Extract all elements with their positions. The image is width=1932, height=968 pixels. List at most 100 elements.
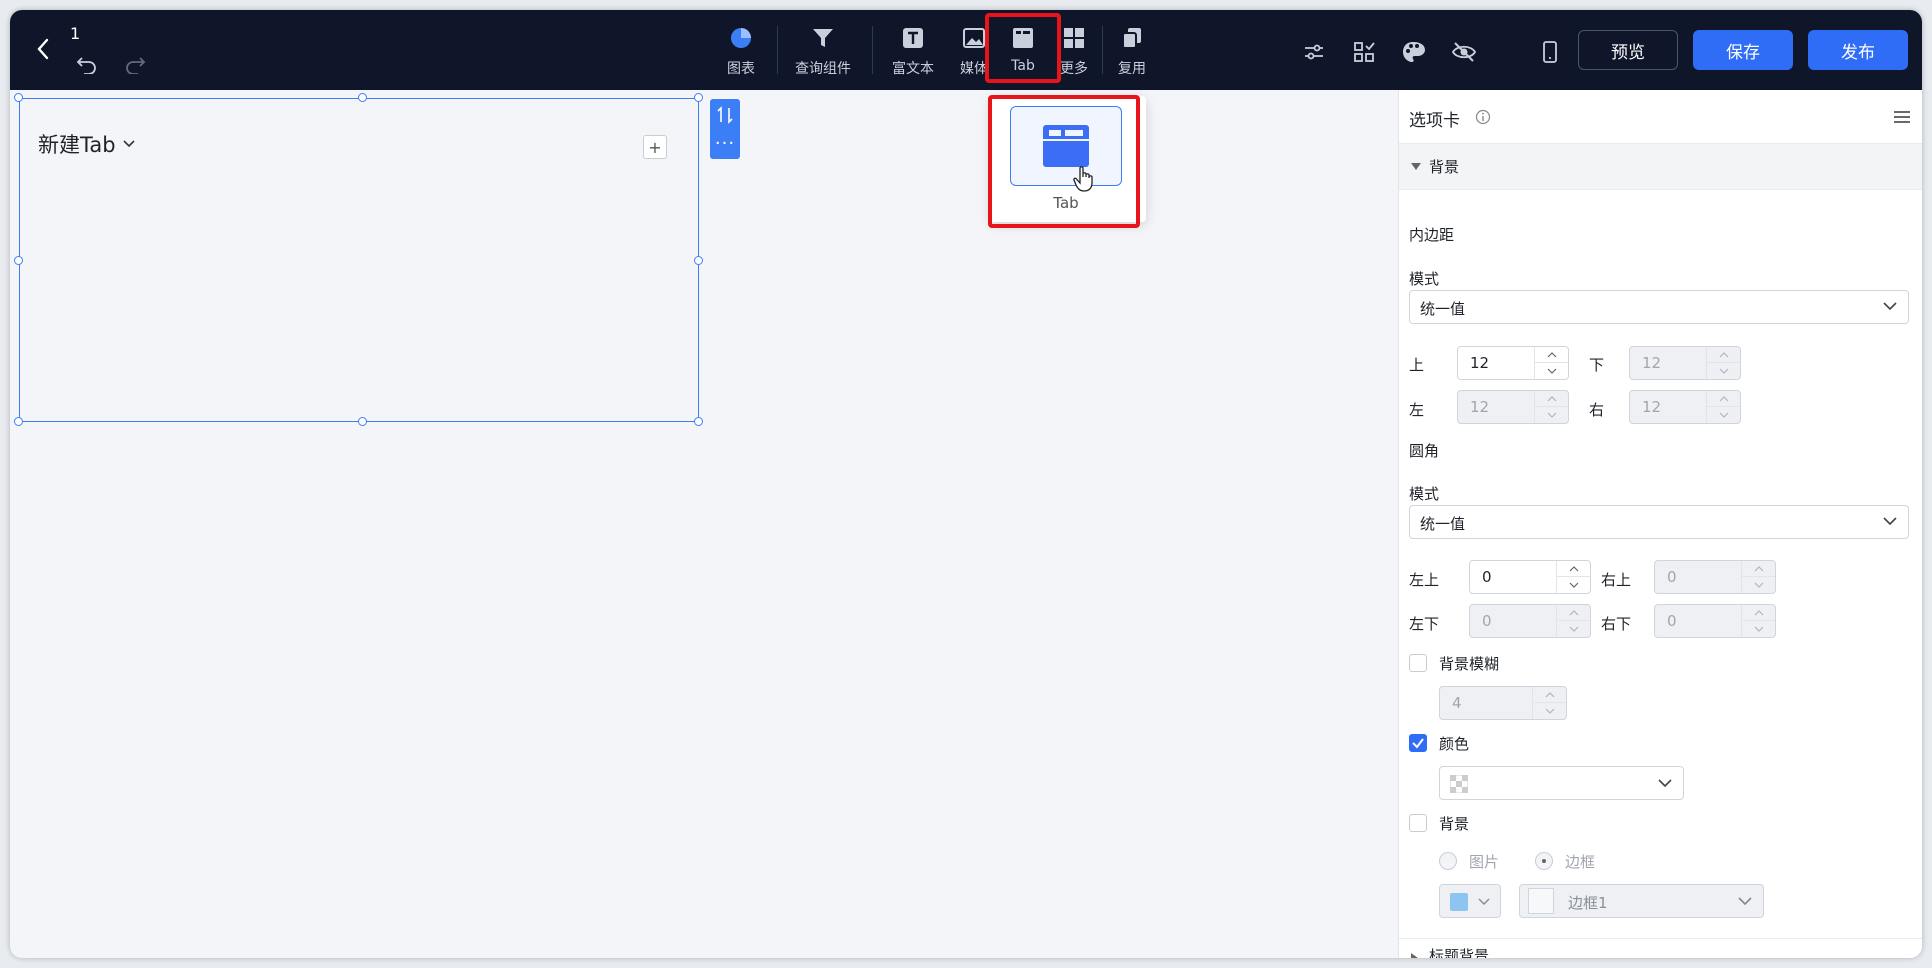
toolbar-divider xyxy=(872,26,873,74)
stepper-down[interactable] xyxy=(1742,577,1775,593)
list-menu-icon[interactable] xyxy=(1892,108,1912,126)
document-title[interactable]: 1 xyxy=(70,24,80,43)
tab-widget[interactable]: 新建Tab + xyxy=(19,98,699,422)
eye-off-icon xyxy=(1452,42,1476,62)
image-icon xyxy=(960,24,988,52)
resize-handle[interactable] xyxy=(358,417,367,426)
stepper-down[interactable] xyxy=(1707,407,1740,423)
stepper-down[interactable] xyxy=(1535,363,1568,379)
preview-button[interactable]: 预览 xyxy=(1578,30,1678,70)
stepper-up[interactable] xyxy=(1742,561,1775,577)
grid-icon xyxy=(1060,24,1088,52)
chevron-down-icon xyxy=(1547,368,1556,374)
section-background-header[interactable]: 背景 xyxy=(1399,144,1922,190)
padding-left-stepper xyxy=(1534,391,1568,423)
stepper-up[interactable] xyxy=(1742,605,1775,621)
padding-right-input[interactable]: 12 xyxy=(1629,390,1741,424)
checklist-button[interactable] xyxy=(1350,38,1378,66)
stepper-up[interactable] xyxy=(1535,347,1568,363)
padding-mode-select[interactable]: 统一值 xyxy=(1409,290,1909,324)
publish-button[interactable]: 发布 xyxy=(1808,30,1908,70)
section-title-background-header[interactable]: 标题背景 xyxy=(1399,938,1922,958)
padding-top-input[interactable]: 12 xyxy=(1457,346,1569,380)
border-style-select[interactable]: 边框1 xyxy=(1519,884,1764,918)
stepper-down[interactable] xyxy=(1533,703,1566,719)
resize-handle[interactable] xyxy=(14,256,23,265)
background-checkbox[interactable] xyxy=(1409,814,1427,832)
chevron-down-icon xyxy=(1478,898,1490,905)
radius-tr-label: 右上 xyxy=(1601,571,1632,589)
resize-handle[interactable] xyxy=(694,256,703,265)
radius-br-input[interactable]: 0 xyxy=(1654,604,1776,638)
checklist-icon xyxy=(1354,42,1375,62)
radius-br-stepper xyxy=(1741,605,1775,637)
stepper-up[interactable] xyxy=(1707,391,1740,407)
tool-reuse[interactable]: 复用 xyxy=(1110,22,1154,84)
radius-bl-input[interactable]: 0 xyxy=(1469,604,1591,638)
padding-right-value: 12 xyxy=(1642,398,1662,416)
stepper-down[interactable] xyxy=(1707,363,1740,379)
tool-rich-text[interactable]: 富文本 xyxy=(880,22,946,84)
padding-bottom-input[interactable]: 12 xyxy=(1629,346,1741,380)
chevron-up-icon xyxy=(1754,609,1763,615)
transparent-swatch-icon xyxy=(1450,775,1468,793)
radius-tl-input[interactable]: 0 xyxy=(1469,560,1591,594)
blur-input[interactable]: 4 xyxy=(1439,686,1567,720)
color-checkbox[interactable] xyxy=(1409,734,1427,752)
info-icon[interactable] xyxy=(1475,109,1491,125)
resize-handle[interactable] xyxy=(14,93,23,102)
undo-button[interactable] xyxy=(76,54,102,78)
radius-tl-value: 0 xyxy=(1482,568,1492,586)
tab-title-dropdown[interactable]: 新建Tab xyxy=(38,129,136,159)
resize-handle[interactable] xyxy=(358,93,367,102)
stepper-down[interactable] xyxy=(1535,407,1568,423)
padding-top-value: 12 xyxy=(1470,354,1490,372)
blur-checkbox[interactable] xyxy=(1409,654,1427,672)
padding-top-stepper xyxy=(1534,347,1568,379)
stepper-down[interactable] xyxy=(1557,577,1590,593)
stepper-up[interactable] xyxy=(1533,687,1566,703)
chevron-up-icon xyxy=(1719,395,1728,401)
redo-button[interactable] xyxy=(124,54,150,78)
border-preview xyxy=(1528,888,1554,914)
radius-tl-label: 左上 xyxy=(1409,571,1440,589)
stepper-down[interactable] xyxy=(1557,621,1590,637)
toolbar-divider xyxy=(777,26,778,74)
radio-border[interactable] xyxy=(1535,852,1553,870)
theme-button[interactable] xyxy=(1400,38,1428,66)
padding-left-input[interactable]: 12 xyxy=(1457,390,1569,424)
chevron-up-icon xyxy=(1569,565,1578,571)
chevron-up-icon xyxy=(1547,351,1556,357)
stepper-up[interactable] xyxy=(1557,561,1590,577)
tool-query[interactable]: 查询组件 xyxy=(783,22,863,84)
radio-image[interactable] xyxy=(1439,852,1457,870)
stepper-down[interactable] xyxy=(1742,621,1775,637)
resize-handle[interactable] xyxy=(14,417,23,426)
radius-tr-input[interactable]: 0 xyxy=(1654,560,1776,594)
resize-handle[interactable] xyxy=(694,93,703,102)
add-tab-button[interactable]: + xyxy=(643,135,667,159)
tool-query-label: 查询组件 xyxy=(795,61,851,77)
tool-chart[interactable]: 图表 xyxy=(716,22,766,84)
chevron-up-icon xyxy=(1547,395,1556,401)
border-color-select[interactable] xyxy=(1439,884,1501,918)
radio-border-label: 边框 xyxy=(1565,853,1596,871)
radius-mode-select[interactable]: 统一值 xyxy=(1409,505,1909,539)
chevron-up-icon xyxy=(1545,691,1554,697)
save-button[interactable]: 保存 xyxy=(1693,30,1793,70)
back-button[interactable] xyxy=(28,32,58,66)
settings-sliders-button[interactable] xyxy=(1300,38,1328,66)
swap-button[interactable] xyxy=(710,103,740,127)
stepper-up[interactable] xyxy=(1535,391,1568,407)
chevron-left-icon xyxy=(37,38,49,60)
stepper-up[interactable] xyxy=(1557,605,1590,621)
radius-bl-stepper xyxy=(1556,605,1590,637)
color-label: 颜色 xyxy=(1439,735,1470,753)
more-actions-button[interactable]: ··· xyxy=(710,131,740,155)
hide-button[interactable] xyxy=(1450,38,1478,66)
resize-handle[interactable] xyxy=(694,417,703,426)
padding-bottom-label: 下 xyxy=(1589,356,1605,374)
color-picker-select[interactable] xyxy=(1439,766,1684,800)
mobile-view-button[interactable] xyxy=(1536,38,1564,66)
stepper-up[interactable] xyxy=(1707,347,1740,363)
